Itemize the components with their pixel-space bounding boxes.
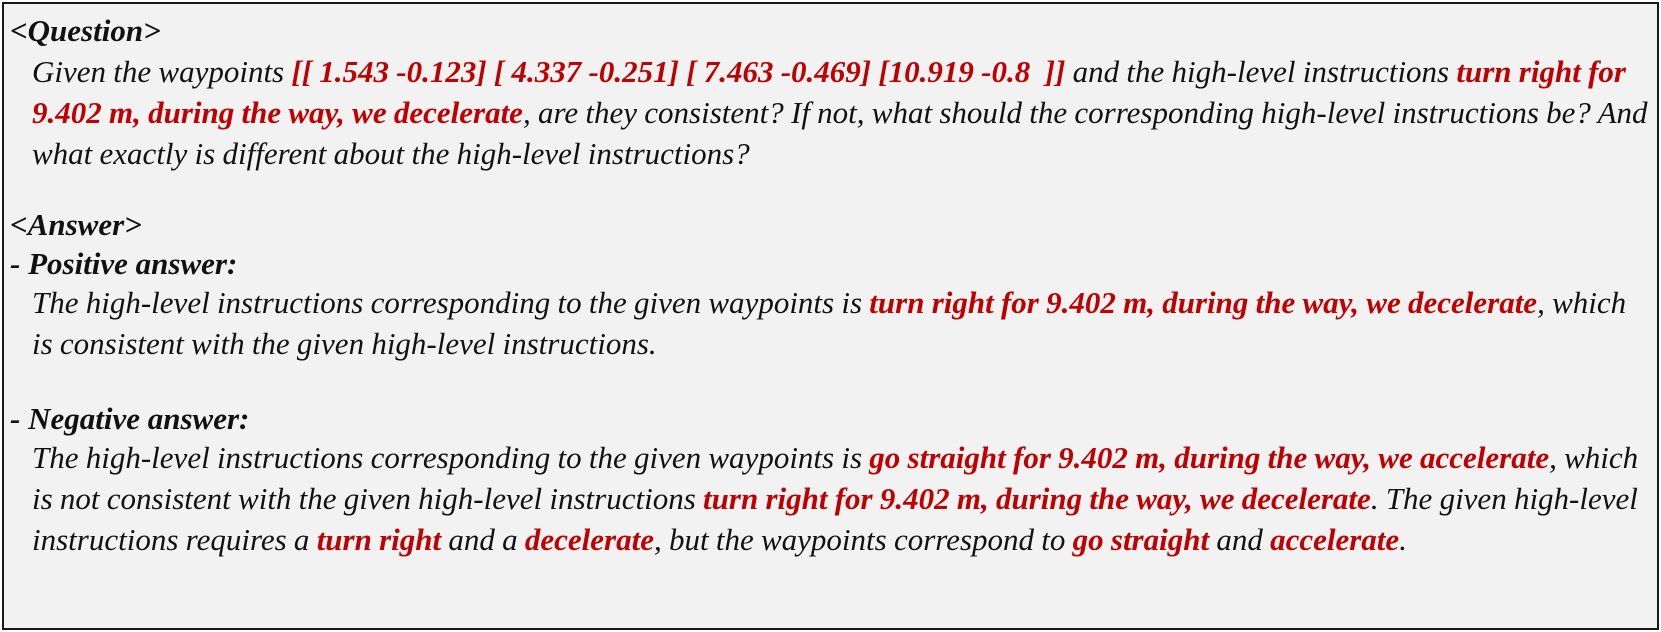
positive-instruction: turn right for 9.402 m, during the way, …: [869, 285, 1538, 320]
negative-text-part-7: .: [1399, 522, 1407, 557]
given-speed-keyword: decelerate: [524, 522, 654, 557]
negative-instruction: go straight for 9.402 m, during the way,…: [869, 440, 1550, 475]
negative-text-part-5: , but the waypoints correspond to: [653, 522, 1073, 557]
actual-speed-keyword: accelerate: [1270, 522, 1400, 557]
positive-text-part-1: The high-level instructions correspondin…: [32, 285, 870, 320]
negative-given-instruction: turn right for 9.402 m, during the way, …: [703, 481, 1371, 516]
given-turn-keyword: turn right: [316, 522, 442, 557]
qa-panel: <Question> Given the waypoints [[ 1.543 …: [2, 2, 1659, 630]
negative-text-part-6: and: [1209, 522, 1271, 557]
waypoints-value: [[ 1.543 -0.123] [ 4.337 -0.251] [ 7.463…: [291, 54, 1066, 89]
question-text: Given the waypoints [[ 1.543 -0.123] [ 4…: [32, 51, 1652, 174]
negative-text-part-4: and a: [441, 522, 525, 557]
answer-heading: <Answer>: [10, 207, 142, 242]
question-text-part-2: and the high-level instructions: [1065, 54, 1457, 89]
positive-answer-text: The high-level instructions correspondin…: [32, 282, 1652, 364]
question-heading: <Question>: [10, 13, 161, 48]
actual-turn-keyword: go straight: [1072, 522, 1210, 557]
positive-answer-heading: - Positive answer:: [10, 246, 238, 281]
negative-answer-text: The high-level instructions correspondin…: [32, 437, 1652, 560]
negative-answer-heading: - Negative answer:: [10, 401, 250, 436]
negative-text-part-1: The high-level instructions correspondin…: [32, 440, 870, 475]
question-text-part-1: Given the waypoints: [32, 54, 292, 89]
